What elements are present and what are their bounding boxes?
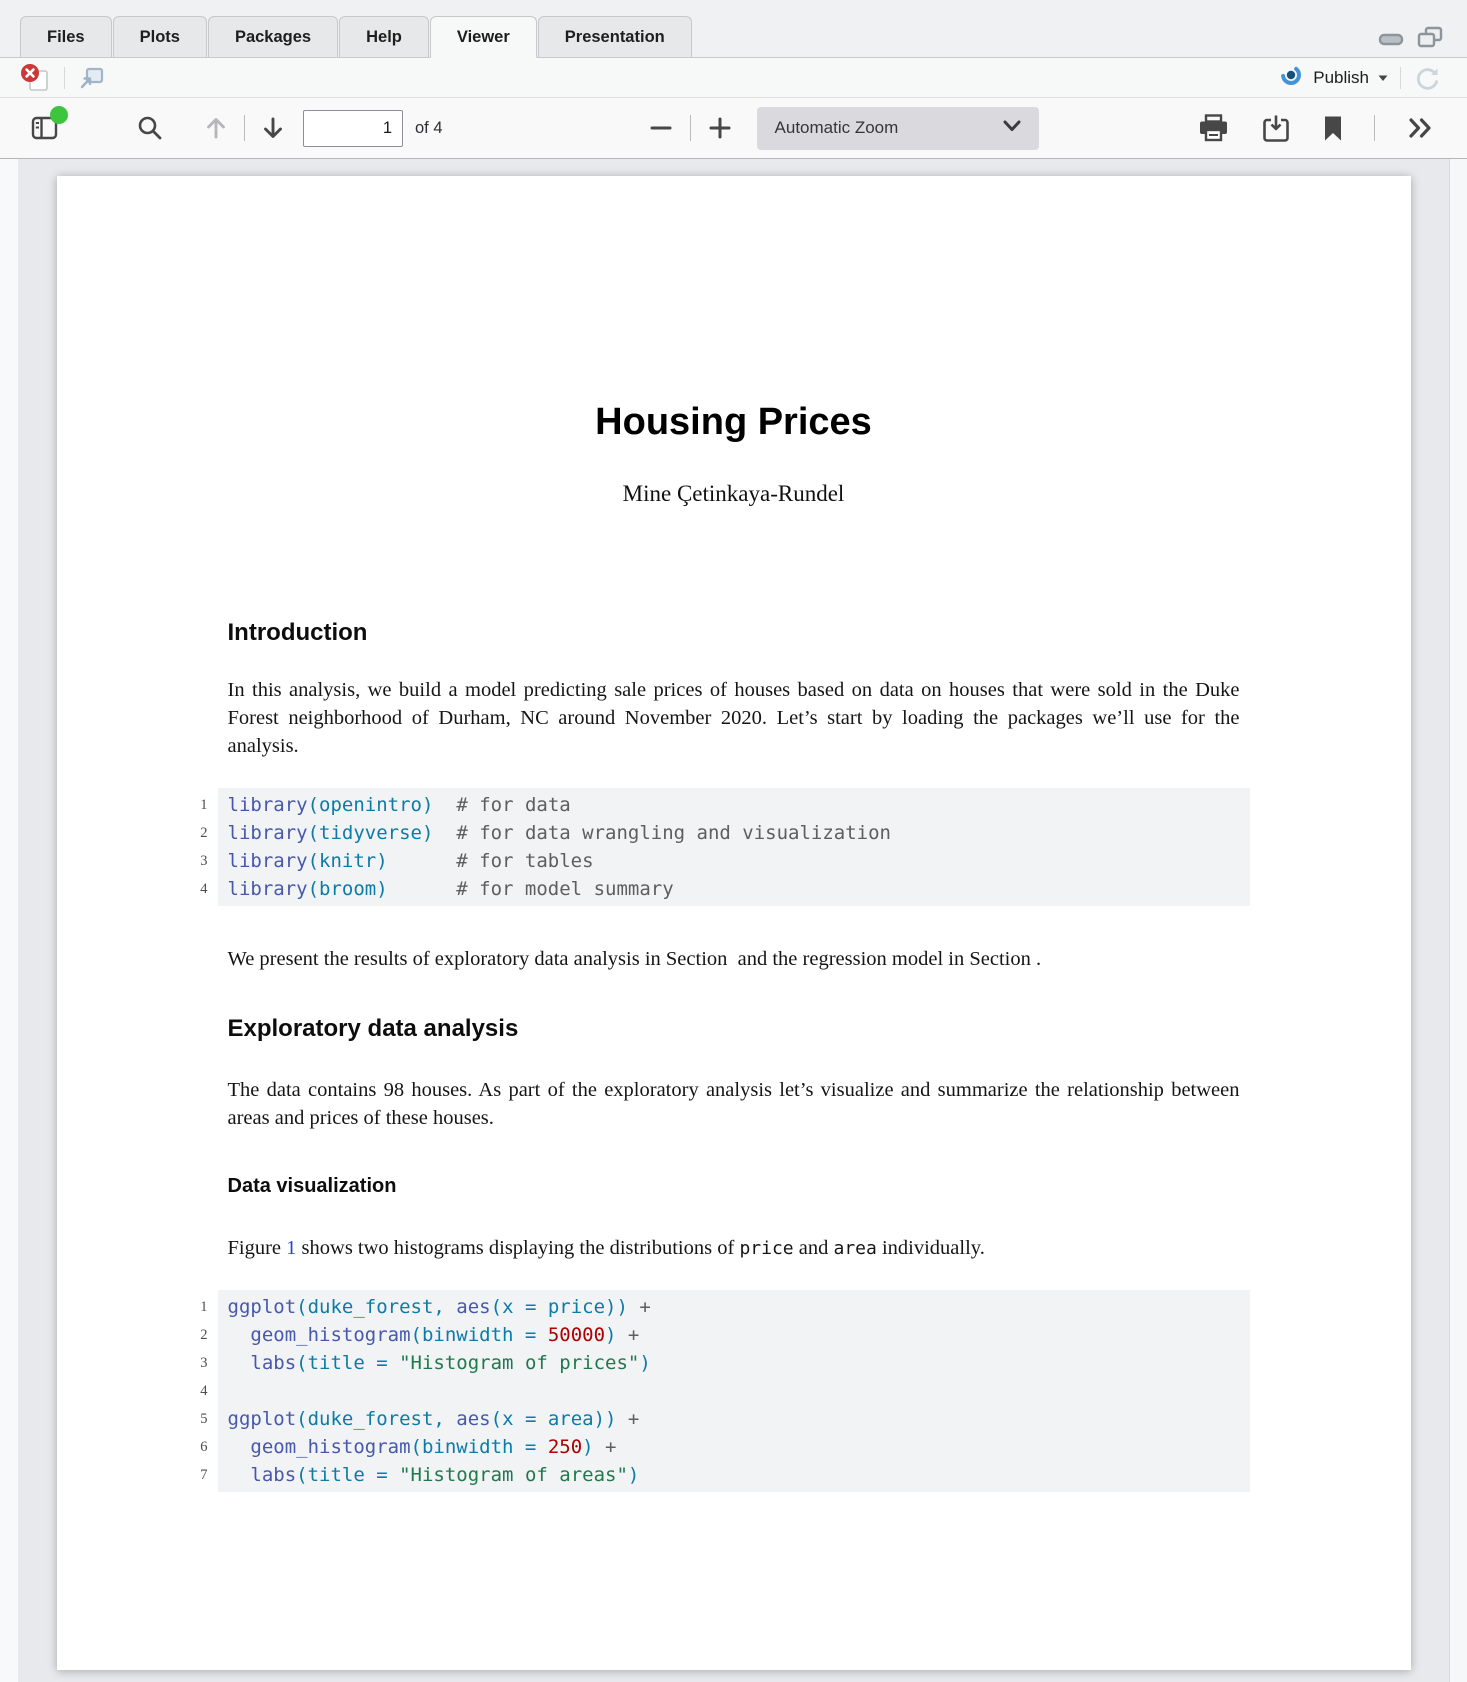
search-icon[interactable]: [136, 114, 164, 142]
document-author: Mine Çetinkaya-Rundel: [228, 481, 1240, 507]
inline-code: area: [833, 1238, 876, 1259]
pdf-toolbar: of 4 Automatic Zoom: [0, 98, 1467, 159]
code-line: 7 labs(title = "Histogram of areas"): [228, 1461, 1240, 1489]
tab-help[interactable]: Help: [339, 16, 429, 58]
pane-tab-bar: Files Plots Packages Help Viewer Present…: [0, 10, 1467, 58]
inline-code: price: [739, 1238, 793, 1259]
zoom-in-icon[interactable]: [707, 115, 733, 141]
toolbar-separator: [64, 67, 65, 89]
page-number-input[interactable]: [303, 110, 403, 147]
intro-paragraph-2: We present the results of exploratory da…: [228, 945, 1240, 973]
window-top-strip: [0, 0, 1467, 10]
code-block-libraries: 1library(openintro) # for data2library(t…: [218, 788, 1250, 906]
code-line: 1ggplot(duke_forest, aes(x = price)) +: [228, 1293, 1240, 1321]
toggle-sidebar-icon[interactable]: [30, 113, 60, 143]
code-line-number: 4: [178, 875, 208, 903]
zoom-level-select[interactable]: Automatic Zoom: [757, 107, 1039, 150]
rstudio-viewer-pane: Files Plots Packages Help Viewer Present…: [0, 0, 1467, 1682]
code-line: 4: [228, 1377, 1240, 1405]
eda-paragraph: The data contains 98 houses. As part of …: [228, 1076, 1240, 1132]
maximize-pane-icon[interactable]: [1416, 26, 1443, 49]
toolbar-separator: [244, 115, 245, 141]
toolbar-separator: [1374, 115, 1375, 141]
code-line-number: 1: [178, 1293, 208, 1321]
viewport-left-strip: [0, 159, 18, 1682]
paragraph-text: shows two histograms displaying the dist…: [296, 1237, 739, 1259]
refresh-icon[interactable]: [1413, 64, 1441, 92]
subsection-heading-data-visualization: Data visualization: [228, 1175, 1240, 1198]
code-line: 2library(tidyverse) # for data wrangling…: [228, 819, 1240, 847]
code-line-number: 3: [178, 1349, 208, 1377]
figure-1-link[interactable]: 1: [286, 1237, 296, 1259]
stop-viewer-icon[interactable]: [20, 63, 52, 93]
code-line-number: 1: [178, 791, 208, 819]
vertical-scrollbar[interactable]: [1449, 159, 1467, 1682]
save-download-icon[interactable]: [1260, 114, 1292, 143]
viewer-toolbar-right: Publish: [1278, 62, 1441, 93]
pdf-scroll-area[interactable]: Housing Prices Mine Çetinkaya-Rundel Int…: [18, 159, 1449, 1682]
viewer-toolbar: Publish: [0, 58, 1467, 98]
code-line-number: 6: [178, 1433, 208, 1461]
sidebar-notification-dot: [50, 106, 68, 124]
code-line: 6 geom_histogram(binwidth = 250) +: [228, 1433, 1240, 1461]
more-tools-chevrons-icon[interactable]: [1405, 114, 1435, 142]
tab-presentation[interactable]: Presentation: [538, 16, 692, 58]
code-block-histograms: 1ggplot(duke_forest, aes(x = price)) +2 …: [218, 1290, 1250, 1492]
code-line-number: 2: [178, 1321, 208, 1349]
tab-viewer[interactable]: Viewer: [430, 16, 537, 58]
pane-window-controls: [1378, 26, 1443, 49]
chevron-down-icon: [1001, 118, 1023, 138]
publish-icon: [1278, 62, 1304, 93]
bookmark-icon[interactable]: [1322, 115, 1344, 142]
code-line: 4library(broom) # for model summary: [228, 875, 1240, 903]
pdf-page-1: Housing Prices Mine Çetinkaya-Rundel Int…: [57, 176, 1411, 1670]
paragraph-text: Figure: [228, 1237, 287, 1259]
code-line-number: 2: [178, 819, 208, 847]
toolbar-separator: [690, 115, 691, 141]
tab-files[interactable]: Files: [20, 16, 112, 58]
code-line: 3library(knitr) # for tables: [228, 847, 1240, 875]
previous-page-icon[interactable]: [202, 113, 230, 143]
document-title: Housing Prices: [228, 401, 1240, 444]
publish-button[interactable]: Publish: [1278, 62, 1388, 93]
page-count-label: of 4: [415, 119, 443, 138]
code-line-number: 4: [178, 1377, 208, 1405]
code-line: 2 geom_histogram(binwidth = 50000) +: [228, 1321, 1240, 1349]
publish-label: Publish: [1313, 68, 1369, 88]
intro-paragraph-1: In this analysis, we build a model predi…: [228, 676, 1240, 760]
publish-caret-icon: [1378, 69, 1388, 87]
paragraph-text: individually.: [877, 1237, 985, 1259]
code-line-number: 7: [178, 1461, 208, 1489]
minimize-pane-icon[interactable]: [1378, 29, 1404, 46]
toolbar-separator: [1400, 67, 1401, 89]
next-page-icon[interactable]: [259, 113, 287, 143]
tab-plots[interactable]: Plots: [113, 16, 207, 58]
code-line: 1library(openintro) # for data: [228, 791, 1240, 819]
pdf-toolbar-right: [1197, 113, 1435, 143]
pdf-viewport: Housing Prices Mine Çetinkaya-Rundel Int…: [0, 159, 1467, 1682]
figure-reference-paragraph: Figure 1 shows two histograms displaying…: [228, 1234, 1240, 1263]
tab-packages[interactable]: Packages: [208, 16, 338, 58]
section-heading-introduction: Introduction: [228, 619, 1240, 647]
section-heading-eda: Exploratory data analysis: [228, 1015, 1240, 1043]
popout-window-icon[interactable]: [77, 64, 105, 91]
code-line: 5ggplot(duke_forest, aes(x = area)) +: [228, 1405, 1240, 1433]
code-line-number: 3: [178, 847, 208, 875]
paragraph-text: and: [794, 1237, 834, 1259]
code-line-number: 5: [178, 1405, 208, 1433]
zoom-out-icon[interactable]: [648, 115, 674, 141]
zoom-level-label: Automatic Zoom: [775, 118, 899, 138]
print-icon[interactable]: [1197, 113, 1230, 143]
code-line: 3 labs(title = "Histogram of prices"): [228, 1349, 1240, 1377]
